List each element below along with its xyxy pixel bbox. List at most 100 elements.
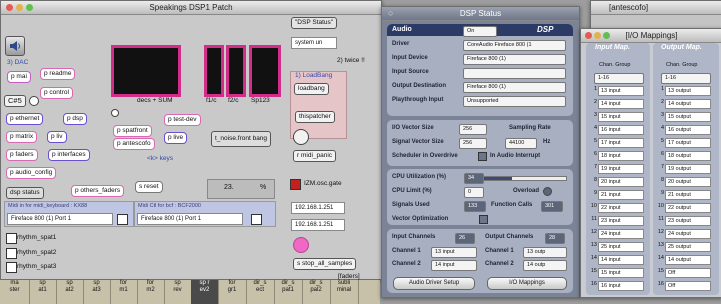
mapping-dropdown[interactable]: 18 input xyxy=(598,151,644,161)
ip-field-2[interactable]: 192.168.1.251 xyxy=(291,219,345,231)
mapping-dropdown[interactable]: 16 input xyxy=(598,281,644,291)
mapping-dropdown[interactable]: 23 output xyxy=(665,216,711,226)
p-interfaces-object[interactable]: p interfaces xyxy=(48,149,90,161)
mapping-dropdown[interactable]: 24 output xyxy=(665,229,711,239)
input-ch-value[interactable]: 26 xyxy=(455,233,475,244)
close-icon[interactable]: ○ xyxy=(388,7,393,20)
mapping-dropdown[interactable]: 21 input xyxy=(598,190,644,200)
rhythm-spat2-toggle[interactable] xyxy=(6,248,17,259)
close-button[interactable] xyxy=(585,32,592,39)
p-audio-config-object[interactable]: p audio_config xyxy=(6,167,57,179)
key-dirspat2[interactable]: dir_s pal2 xyxy=(302,280,331,304)
ch1-input-dropdown[interactable]: 13 input xyxy=(431,247,477,258)
midi-keyboard-dropdown[interactable]: Fireface 800 (1) Port 1 xyxy=(7,213,113,225)
p-antescofo-object[interactable]: p antescofo xyxy=(113,138,155,150)
p-mai-object[interactable]: p mai xyxy=(7,71,31,83)
rhythm-spat1-toggle[interactable] xyxy=(6,233,17,244)
close-button[interactable] xyxy=(6,4,13,11)
mapping-dropdown[interactable]: 15 input xyxy=(598,268,644,278)
p-control-object[interactable]: p control xyxy=(40,87,73,99)
p-live-object[interactable]: p live xyxy=(164,132,188,144)
key-spat1[interactable]: sp at1 xyxy=(29,280,57,304)
mapping-dropdown[interactable]: 23 input xyxy=(598,216,644,226)
zoom-button[interactable] xyxy=(26,4,33,11)
audio-driver-setup-button[interactable]: Audio Driver Setup xyxy=(393,277,475,290)
mapping-dropdown[interactable]: 14 input xyxy=(598,99,644,109)
dsp-titlebar[interactable]: ○ DSP Status xyxy=(382,7,579,21)
mapping-dropdown[interactable]: 13 output xyxy=(665,86,711,96)
playthrough-dropdown[interactable]: Unsupported xyxy=(463,96,566,107)
system-dropdown[interactable]: system un xyxy=(291,37,337,49)
vector-opt-checkbox[interactable] xyxy=(479,215,488,224)
key-master[interactable]: ma ster xyxy=(0,280,30,304)
key-sprev2[interactable]: sp r ev2 xyxy=(191,280,219,304)
p-matrix-object[interactable]: p matrix xyxy=(6,131,38,143)
stop-samples-bang[interactable] xyxy=(293,237,309,253)
key-spat2[interactable]: sp at2 xyxy=(56,280,84,304)
mapping-dropdown[interactable]: 24 input xyxy=(598,229,644,239)
c5-message[interactable]: C#5 xyxy=(4,95,26,107)
dsp-status-message[interactable]: "DSP Status" xyxy=(291,17,338,29)
ip-field-1[interactable]: 192.168.1.251 xyxy=(291,202,345,214)
output-group-dropdown[interactable]: 1-16 xyxy=(661,73,711,84)
mapping-dropdown[interactable]: 14 output xyxy=(665,99,711,109)
ch2-output-dropdown[interactable]: 14 outp xyxy=(523,260,567,271)
thispatcher-object[interactable]: thispatcher xyxy=(295,111,335,123)
mapping-dropdown[interactable]: 17 input xyxy=(598,138,644,148)
driver-dropdown[interactable]: CoreAudio Fireface 800 (1 xyxy=(463,40,566,51)
input-source-dropdown[interactable] xyxy=(463,68,566,79)
key-form1[interactable]: for m1 xyxy=(110,280,138,304)
sampling-dropdown[interactable]: 44100 xyxy=(505,138,537,149)
loadbang-object[interactable]: loadbang xyxy=(294,83,329,95)
midi-bcf-dropdown[interactable]: Fireface 800 (1) Port 1 xyxy=(137,213,243,225)
p-readme-object[interactable]: p readme xyxy=(40,68,76,80)
mapping-dropdown[interactable]: 22 output xyxy=(665,203,711,213)
key-forgr1[interactable]: for gr1 xyxy=(218,280,247,304)
mapping-dropdown[interactable]: 15 output xyxy=(665,112,711,122)
dsp-status-button[interactable]: dsp status xyxy=(6,187,44,199)
mapping-dropdown[interactable]: 17 output xyxy=(665,138,711,148)
io-mappings-button[interactable]: I/O Mappings xyxy=(487,277,567,290)
io-titlebar[interactable]: [I/O Mappings] xyxy=(581,29,721,43)
scheduler-checkbox[interactable] xyxy=(478,152,487,161)
ch2-input-dropdown[interactable]: 14 input xyxy=(431,260,477,271)
io-mappings-window[interactable]: [I/O Mappings] Input Map. Output Map. Ch… xyxy=(580,28,721,298)
rhythm-spat3-toggle[interactable] xyxy=(6,262,17,273)
mapping-dropdown[interactable]: 13 input xyxy=(598,86,644,96)
p-liv-object[interactable]: p liv xyxy=(47,131,67,143)
signal-vector-dropdown[interactable]: 256 xyxy=(459,138,487,149)
input-device-dropdown[interactable]: Fireface 800 (1) xyxy=(463,54,566,65)
bang-button[interactable] xyxy=(29,96,39,106)
mapping-dropdown[interactable]: 16 output xyxy=(665,125,711,135)
key-spat3[interactable]: sp at3 xyxy=(83,280,111,304)
mapping-dropdown[interactable]: 20 input xyxy=(598,177,644,187)
midi-keyboard-toggle[interactable] xyxy=(117,214,128,225)
midi-panic-message[interactable]: r midi_panic xyxy=(293,150,337,162)
antescofo-titlebar[interactable]: [antescofo] xyxy=(591,1,721,15)
p-faders-object[interactable]: p faders xyxy=(6,149,38,161)
mapping-dropdown[interactable]: Off xyxy=(665,281,711,291)
mapping-dropdown[interactable]: 22 input xyxy=(598,203,644,213)
key-sprev[interactable]: sp rev xyxy=(164,280,192,304)
ch1-output-dropdown[interactable]: 13 outp xyxy=(523,247,567,258)
patch-titlebar[interactable]: Speakings DSP1 Patch xyxy=(1,1,381,15)
speaker-button[interactable] xyxy=(5,36,25,56)
mapping-dropdown[interactable]: 20 output xyxy=(665,177,711,187)
p-test-dev-object[interactable]: p test-dev xyxy=(164,114,201,126)
mapping-dropdown[interactable]: 19 output xyxy=(665,164,711,174)
output-ch-value[interactable]: 28 xyxy=(545,233,565,244)
p-dsp-object[interactable]: p dsp xyxy=(63,113,87,125)
audio-on-dropdown[interactable]: On xyxy=(463,25,497,37)
patch-window[interactable]: Speakings DSP1 Patch 3) DAC p mai p read… xyxy=(0,0,382,280)
number-box[interactable]: 23. % xyxy=(207,179,275,199)
key-form2[interactable]: for m2 xyxy=(137,280,165,304)
mapping-dropdown[interactable]: 18 output xyxy=(665,151,711,161)
dsp-status-window[interactable]: ○ DSP Status Audio On DSP Driver CoreAud… xyxy=(381,6,580,298)
input-group-dropdown[interactable]: 1-16 xyxy=(594,73,644,84)
p-spatfront-object[interactable]: p spatfront xyxy=(113,125,152,137)
key-direct[interactable]: dir_s ect xyxy=(246,280,275,304)
output-device-dropdown[interactable]: Fireface 800 (1) xyxy=(463,82,566,93)
mapping-dropdown[interactable]: Off xyxy=(665,268,711,278)
s-reset-object[interactable]: s reset xyxy=(135,181,163,193)
t-noise-message[interactable]: t_noise.front bang xyxy=(211,131,272,147)
